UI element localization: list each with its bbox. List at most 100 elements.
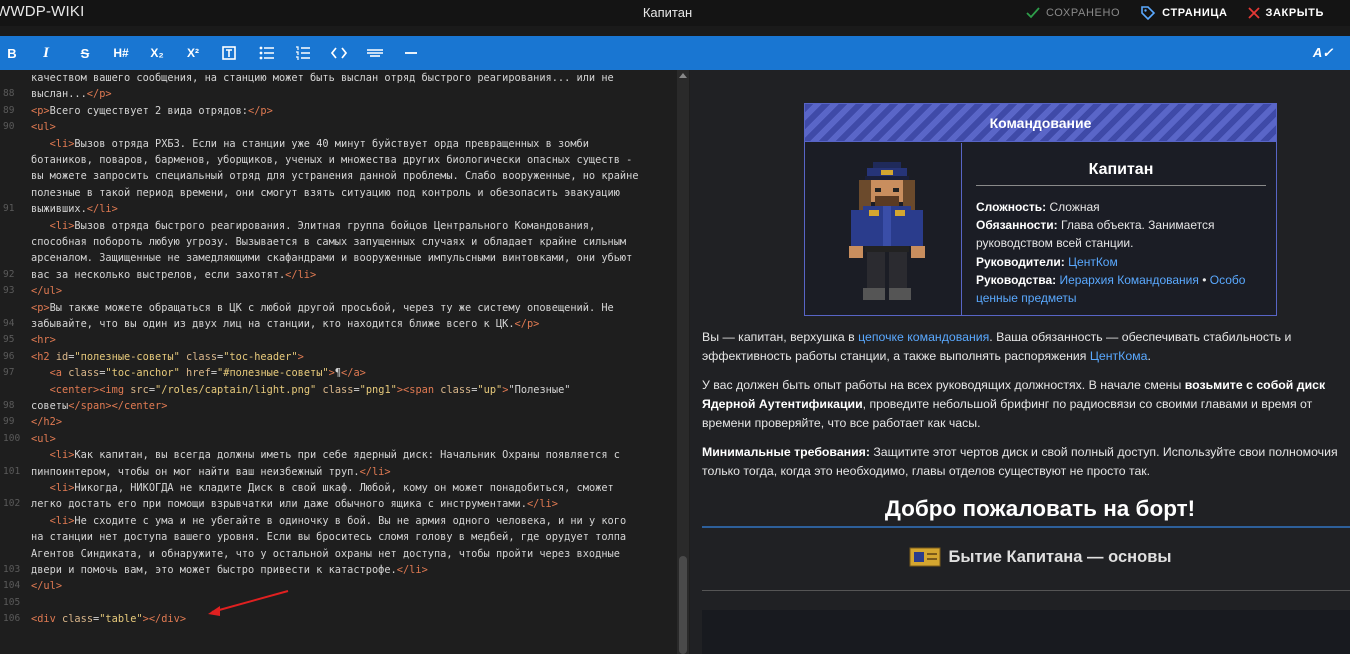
line-number: 92 — [3, 268, 15, 280]
line-number: 106 — [3, 613, 21, 625]
line-number: 95 — [3, 334, 15, 346]
code-line[interactable]: </ul> — [31, 283, 62, 299]
code-line[interactable]: на станции нет доступа вашего уровня. Ес… — [31, 529, 626, 545]
editor-scrollbar[interactable] — [677, 70, 689, 654]
code-line[interactable]: <li>Никогда, НИКОГДА не кладите Диск в с… — [31, 480, 614, 496]
code-line[interactable]: </ul> — [31, 578, 62, 594]
difficulty-value: Сложная — [1049, 200, 1100, 214]
guides-row: Руководства: Иерархия Командования • Осо… — [976, 271, 1266, 307]
line-number: 88 — [3, 88, 15, 100]
code-line[interactable]: качеством вашего сообщения, на станцию м… — [31, 70, 614, 86]
code-line[interactable]: <li>Не сходите с ума и не убегайте в оди… — [31, 513, 627, 529]
scroll-up-icon[interactable] — [679, 73, 687, 78]
code-line[interactable]: <hr> — [31, 332, 56, 348]
line-number: 90 — [3, 121, 15, 133]
bullet-list-icon — [259, 46, 274, 60]
welcome-heading: Добро пожаловать на борт! — [884, 496, 1196, 521]
tag-icon — [1141, 6, 1156, 21]
code-line[interactable]: <li>Вызов отряда РХБЗ. Если на станции у… — [31, 136, 589, 152]
code-line[interactable]: <div class="table"></div> — [31, 611, 186, 627]
top-bar: WWDP-WIKI Капитан СОХРАНЕНО СТРАНИЦА ЗАК… — [0, 0, 1350, 26]
code-line[interactable]: <h2 id="полезные-советы" class="toc-head… — [31, 349, 304, 365]
chain-of-command-link[interactable]: цепочке командования — [858, 330, 989, 344]
line-number: 91 — [3, 203, 15, 215]
difficulty-label: Сложность: — [976, 200, 1047, 214]
line-number: 93 — [3, 285, 15, 297]
close-button[interactable]: ЗАКРЫТЬ — [1247, 7, 1324, 19]
subscript-button[interactable]: X₂ — [146, 36, 168, 70]
requirements-label: Минимальные требования: — [702, 445, 870, 459]
textbox-icon — [222, 46, 236, 60]
preview-pane: Командование Капитан Сложность: Сложная … — [690, 70, 1350, 654]
bold-button[interactable]: B — [0, 36, 24, 70]
captain-sprite — [805, 143, 962, 315]
line-number: 94 — [3, 318, 15, 329]
code-line[interactable]: <p>Вы также можете обращаться в ЦК с люб… — [31, 300, 614, 316]
code-line[interactable]: способная побороть любую угрозу. Вызывае… — [31, 234, 626, 250]
section-divider — [702, 590, 1350, 591]
code-line[interactable]: <center><img src="/roles/captain/light.p… — [31, 382, 571, 398]
code-line[interactable]: выживших.</li> — [31, 201, 118, 217]
supervisors-row: Руководители: ЦентКом — [976, 253, 1266, 271]
code-line[interactable]: ботаников, поваров, барменов, уборщиков,… — [31, 152, 632, 168]
guides-label: Руководства: — [976, 272, 1057, 287]
superscript-button[interactable]: X² — [182, 36, 204, 70]
guides-link-hierarchy[interactable]: Иерархия Командования — [1060, 273, 1199, 287]
line-number-gutter: 88 89 90 91 92 93 94 95 96 97 98 99 100 101 102 103 104 1… — [0, 70, 20, 654]
blockquote-button[interactable] — [218, 36, 240, 70]
keyboard-icon — [367, 49, 383, 57]
centcom-link[interactable]: ЦентКома — [1090, 349, 1148, 363]
code-line[interactable]: арсеналом. Защищенные не замедляющими ск… — [31, 250, 632, 266]
code-line[interactable]: вы можете запросить специальный отряд дл… — [31, 168, 639, 184]
code-line[interactable]: выслан...</p> — [31, 86, 112, 102]
code-line[interactable]: полезные в такой период времени, они смо… — [31, 185, 620, 201]
code-line[interactable]: <a class="toc-anchor" href="#полезные-со… — [31, 365, 366, 381]
code-line[interactable]: легко достать его при помощи взрывчатки … — [31, 496, 558, 512]
scrollbar-thumb[interactable] — [679, 556, 687, 654]
role-name: Капитан — [976, 161, 1266, 186]
role-infobox: Командование Капитан Сложность: Сложная … — [804, 103, 1277, 316]
annotation-arrow-icon — [208, 590, 289, 616]
code-icon — [331, 47, 347, 59]
guides-separator: • — [1202, 272, 1207, 287]
line-number: 98 — [3, 400, 15, 411]
code-line[interactable]: Агентов Синдиката, и обнаружите, что у о… — [31, 546, 620, 562]
line-number: 89 — [3, 104, 15, 116]
code-line[interactable]: <ul> — [31, 119, 56, 135]
saved-label: СОХРАНЕНО — [1045, 7, 1121, 19]
bullet-list-button[interactable] — [256, 36, 278, 70]
close-label: ЗАКРЫТЬ — [1265, 7, 1324, 19]
code-line[interactable]: <li>Вызов отряда быстрого реагирования. … — [31, 218, 596, 234]
code-line[interactable]: <ul> — [31, 431, 56, 447]
code-line[interactable]: пинпоинтером, чтобы он мог найти ваш неи… — [31, 464, 391, 480]
heading-button[interactable]: H# — [110, 36, 132, 70]
page-button[interactable]: СТРАНИЦА — [1140, 5, 1227, 21]
duties-label: Обязанности: — [976, 218, 1058, 233]
code-line[interactable]: двери и помочь вам, это может быстро при… — [31, 562, 428, 578]
code-line[interactable]: вас за несколько выстрелов, если захотят… — [31, 267, 316, 283]
duties-row: Обязанности: Глава объекта. Занимается р… — [976, 216, 1266, 252]
line-number: 104 — [3, 580, 21, 592]
code-line[interactable]: <p>Всего существует 2 вида отрядов:</p> — [31, 103, 273, 119]
code-line[interactable]: </h2> — [31, 414, 62, 430]
intro-paragraph: Вы — капитан, верхушка в цепочке командо… — [702, 328, 1350, 366]
spellcheck-button[interactable]: A✓ — [1310, 36, 1336, 70]
requirements-paragraph: Минимальные требования: Защитите этот че… — [702, 443, 1350, 481]
experience-paragraph: У вас должен быть опыт работы на всех ру… — [702, 376, 1350, 433]
italic-button[interactable]: I — [36, 36, 56, 70]
line-number: 96 — [3, 350, 15, 362]
numbered-list-button[interactable] — [292, 36, 314, 70]
section-image — [702, 610, 1350, 654]
line-number: 101 — [3, 465, 21, 477]
keyboard-button[interactable] — [364, 36, 386, 70]
code-line[interactable]: забывайте, что вы один из двух лиц на ст… — [31, 316, 539, 332]
line-number: 99 — [3, 416, 15, 428]
code-line[interactable]: <li>Как капитан, вы всегда должны иметь … — [31, 447, 620, 463]
code-editor[interactable]: 88 89 90 91 92 93 94 95 96 97 98 99 100 101 102 103 104 1… — [0, 70, 690, 654]
horizontal-rule-button[interactable] — [400, 36, 422, 70]
code-line[interactable]: советы</span></center> — [31, 398, 167, 414]
supervisors-link[interactable]: ЦентКом — [1068, 255, 1118, 269]
strikethrough-button[interactable]: S — [74, 36, 96, 70]
heading-divider — [702, 526, 1350, 528]
code-button[interactable] — [328, 36, 350, 70]
